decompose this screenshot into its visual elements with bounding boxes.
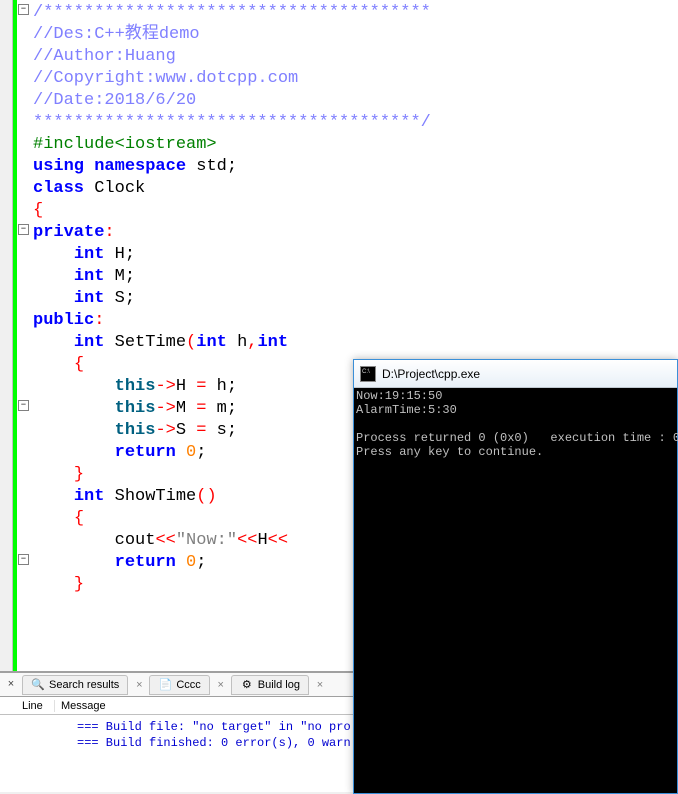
code-keyword: int [74,245,105,264]
fold-button[interactable]: − [18,224,29,235]
tab-close-button[interactable]: × [130,679,148,691]
code-comment: //Copyright:www.dotcpp.com [33,69,298,88]
code-keyword: int [74,267,105,286]
editor-gutter [0,0,13,671]
tab-label: Cccc [176,679,200,691]
code-comment: //Des:C++教程demo [33,25,200,44]
code-comment: /************************************** [33,3,431,22]
code-keyword: public [33,311,94,330]
console-window[interactable]: D:\Project\cpp.exe Now:19:15:50 AlarmTim… [353,359,678,794]
fold-marker-column: − − − − [17,0,31,671]
console-title-text: D:\Project\cpp.exe [382,367,480,381]
log-column-line[interactable]: Line [0,700,55,712]
tab-close-button[interactable]: × [2,676,20,694]
search-icon: 🔍 [31,678,45,692]
fold-button[interactable]: − [18,554,29,565]
code-keyword: private [33,223,104,242]
code-ident: std [196,157,227,176]
console-titlebar[interactable]: D:\Project\cpp.exe [354,360,677,388]
code-keyword: class [33,179,84,198]
fold-button[interactable]: − [18,400,29,411]
code-keyword: namespace [94,157,186,176]
tab-cccc[interactable]: 📄 Cccc [149,675,209,695]
fold-button[interactable]: − [18,4,29,15]
code-keyword: using [33,157,84,176]
console-output: Now:19:15:50 AlarmTime:5:30 Process retu… [354,388,677,460]
code-keyword: int [74,289,105,308]
tab-close-button[interactable]: × [212,679,230,691]
gear-icon: ⚙ [240,678,254,692]
code-comment: //Author:Huang [33,47,176,66]
tab-close-button[interactable]: × [311,679,329,691]
tab-label: Search results [49,679,119,691]
tab-search-results[interactable]: 🔍 Search results [22,675,128,695]
log-column-message[interactable]: Message [55,700,106,712]
document-icon: 📄 [158,678,172,692]
code-ident: Clock [94,179,145,198]
code-comment: //Date:2018/6/20 [33,91,196,110]
log-message: === Build finished: 0 error(s), 0 warn [77,736,351,750]
tab-build-log[interactable]: ⚙ Build log [231,675,309,695]
tab-label: Build log [258,679,300,691]
console-icon [360,366,376,382]
log-message: === Build file: "no target" in "no pro [77,720,351,734]
code-comment: **************************************/ [33,113,431,132]
code-preprocessor: #include<iostream> [33,135,217,154]
